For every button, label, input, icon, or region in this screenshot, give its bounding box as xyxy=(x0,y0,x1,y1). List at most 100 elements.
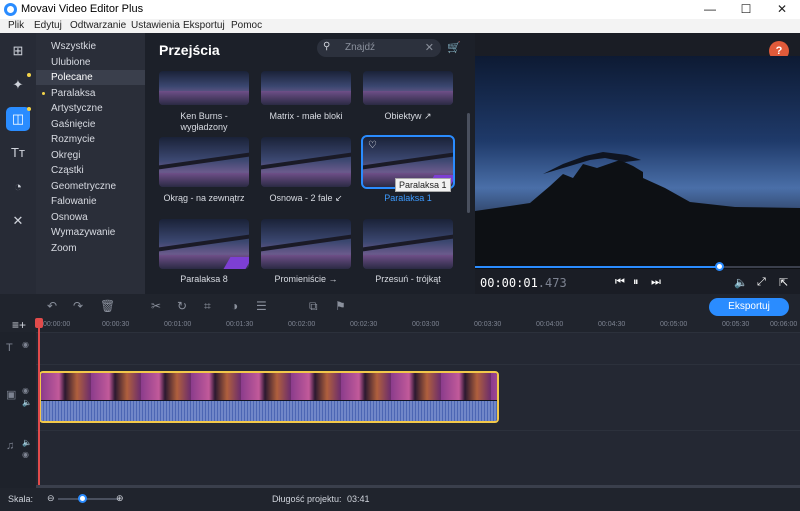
popout-icon[interactable]: ⇱ xyxy=(779,276,788,289)
stickers-icon[interactable]: ◔ xyxy=(6,175,30,199)
pause-icon[interactable]: ⏸ xyxy=(633,276,639,289)
undo-icon[interactable]: ↶ xyxy=(47,299,57,313)
visibility-icon[interactable]: ◉ xyxy=(22,340,58,349)
cart-icon[interactable]: 🛒 xyxy=(447,41,461,54)
search-icon: ⚲ xyxy=(323,41,331,52)
timeline-ruler[interactable]: ≡+ 00:00:00 00:00:30 00:01:00 00:01:30 0… xyxy=(0,318,800,332)
title-track[interactable] xyxy=(36,332,800,364)
panel-scrollbar[interactable] xyxy=(467,113,470,213)
ruler-tick: 00:00:00 xyxy=(43,321,71,328)
transition-label: Ken Burns - wygładzony xyxy=(180,111,228,132)
close-button[interactable]: ✕ xyxy=(764,0,800,19)
video-clip[interactable] xyxy=(39,371,499,423)
scale-slider-handle[interactable] xyxy=(78,494,87,503)
tooltip: Paralaksa 1 xyxy=(395,178,451,192)
rotate-icon[interactable]: ↻ xyxy=(177,299,187,313)
audio-track[interactable] xyxy=(36,430,800,485)
category-item[interactable]: Wszystkie xyxy=(36,39,145,54)
ruler-tick: 00:05:30 xyxy=(722,321,750,328)
progress-track[interactable] xyxy=(719,266,800,268)
menu-file[interactable]: Plik xyxy=(8,20,24,31)
previous-frame-icon[interactable]: ⏮ xyxy=(615,276,625,289)
add-track-icon[interactable]: ≡+ xyxy=(12,318,26,332)
visibility-icon[interactable]: ◉ xyxy=(22,450,58,459)
transition-thumbnail[interactable] xyxy=(261,137,351,187)
category-item[interactable]: Ulubione xyxy=(36,55,145,70)
ruler-tick: 00:05:00 xyxy=(660,321,688,328)
menu-export[interactable]: Eksportuj xyxy=(183,20,225,31)
mute-icon[interactable]: 🔈 xyxy=(22,438,58,447)
transition-thumbnail[interactable] xyxy=(261,71,351,105)
playhead[interactable] xyxy=(38,320,40,485)
category-item[interactable]: Okręgi xyxy=(36,148,145,163)
transition-label: Okrąg - na zewnątrz xyxy=(163,193,245,203)
category-item[interactable]: Gaśnięcie xyxy=(36,117,145,132)
window-title: Movavi Video Editor Plus xyxy=(21,3,144,15)
tools-icon[interactable]: ✕ xyxy=(6,209,30,233)
category-item[interactable]: Falowanie xyxy=(36,194,145,209)
title-bar: Movavi Video Editor Plus — ☐ ✕ xyxy=(0,0,800,19)
clip-properties-icon[interactable]: ☰ xyxy=(256,299,267,313)
color-adjust-icon[interactable]: ◑ xyxy=(231,299,238,313)
zoom-in-icon[interactable]: ⊕ xyxy=(116,493,124,504)
menu-settings[interactable]: Ustawienia xyxy=(131,20,180,31)
category-item[interactable]: Cząstki xyxy=(36,163,145,178)
category-item[interactable]: Geometryczne xyxy=(36,179,145,194)
transition-thumbnail[interactable] xyxy=(159,219,249,269)
marker-flag-icon[interactable]: ⚑ xyxy=(335,299,346,313)
overlay-icon[interactable]: ⧉ xyxy=(309,299,318,314)
menu-edit[interactable]: Edytuj xyxy=(34,20,62,31)
category-item[interactable]: Rozmycie xyxy=(36,132,145,147)
favorite-heart-icon[interactable]: ♡ xyxy=(368,140,377,151)
transition-thumbnail[interactable] xyxy=(159,71,249,105)
progress-handle[interactable] xyxy=(715,262,724,271)
fullscreen-icon[interactable]: ⤢ xyxy=(757,276,766,289)
status-bar: Skala: ⊖ ⊕ Długość projektu: 03:41 xyxy=(0,488,800,511)
progress-fill[interactable] xyxy=(475,266,719,268)
category-item[interactable]: Osnowa xyxy=(36,210,145,225)
transition-label: Osnowa - 2 fale ↙ xyxy=(269,193,343,203)
volume-icon[interactable]: 🔈 xyxy=(734,276,748,289)
transition-thumbnail[interactable] xyxy=(261,219,351,269)
transitions-panel: Przejścia ⚲ Znajdź ✕ 🛒 Ken Burns - wygła… xyxy=(145,33,475,294)
delete-icon[interactable]: 🗑 xyxy=(100,299,115,313)
category-item[interactable]: Paralaksa xyxy=(36,86,145,101)
transition-thumbnail[interactable] xyxy=(363,219,453,269)
export-button[interactable]: Eksportuj xyxy=(709,298,789,316)
magic-wand-icon[interactable]: ✦ xyxy=(6,73,30,97)
duration-value: 03:41 xyxy=(347,494,370,504)
crop-icon[interactable]: ⌗ xyxy=(204,299,211,314)
edit-toolbar: ↶ ↷ 🗑 ✂ ↻ ⌗ ◑ ☰ ⧉ ⚑ Eksportuj xyxy=(0,294,800,318)
category-item[interactable]: Zoom xyxy=(36,241,145,256)
next-frame-icon[interactable]: ⏭ xyxy=(651,276,661,289)
mountain-silhouette xyxy=(475,152,800,269)
transition-thumbnail[interactable] xyxy=(159,137,249,187)
category-item[interactable]: Artystyczne xyxy=(36,101,145,116)
zoom-out-icon[interactable]: ⊖ xyxy=(47,493,55,504)
transitions-icon[interactable]: ◫ xyxy=(6,107,30,131)
cut-icon[interactable]: ✂ xyxy=(151,299,161,313)
preview-player: ? 00:00:01.473 ⏮ ⏸ ⏭ 🔈 ⤢ ⇱ xyxy=(475,33,800,294)
ruler-tick: 00:03:30 xyxy=(474,321,502,328)
category-item[interactable]: Wymazywanie xyxy=(36,225,145,240)
menu-playback[interactable]: Odtwarzanie xyxy=(70,20,126,31)
redo-icon[interactable]: ↷ xyxy=(73,299,83,313)
category-list: Wszystkie Ulubione Polecane Paralaksa Ar… xyxy=(36,33,145,294)
ruler-tick: 00:04:30 xyxy=(598,321,626,328)
search-placeholder: Znajdź xyxy=(345,42,376,53)
maximize-button[interactable]: ☐ xyxy=(728,0,764,19)
ruler-tick: 00:01:30 xyxy=(226,321,254,328)
titles-icon[interactable]: Tт xyxy=(6,141,30,165)
scale-slider-track[interactable] xyxy=(58,498,120,500)
transition-thumbnail[interactable] xyxy=(363,71,453,105)
category-item-selected[interactable]: Polecane xyxy=(36,70,145,85)
new-indicator-dot xyxy=(27,73,31,77)
clear-icon[interactable]: ✕ xyxy=(425,41,434,54)
menu-help[interactable]: Pomoc xyxy=(231,20,262,31)
clip-frames xyxy=(41,373,497,400)
search-input[interactable]: ⚲ Znajdź ✕ xyxy=(317,39,441,57)
minimize-button[interactable]: — xyxy=(692,0,728,19)
transition-label: Przesuń - trójkąt xyxy=(375,274,441,284)
import-icon[interactable]: ⊞ xyxy=(6,39,30,63)
menu-bar: Plik Edytuj Odtwarzanie Ustawienia Ekspo… xyxy=(0,19,800,33)
